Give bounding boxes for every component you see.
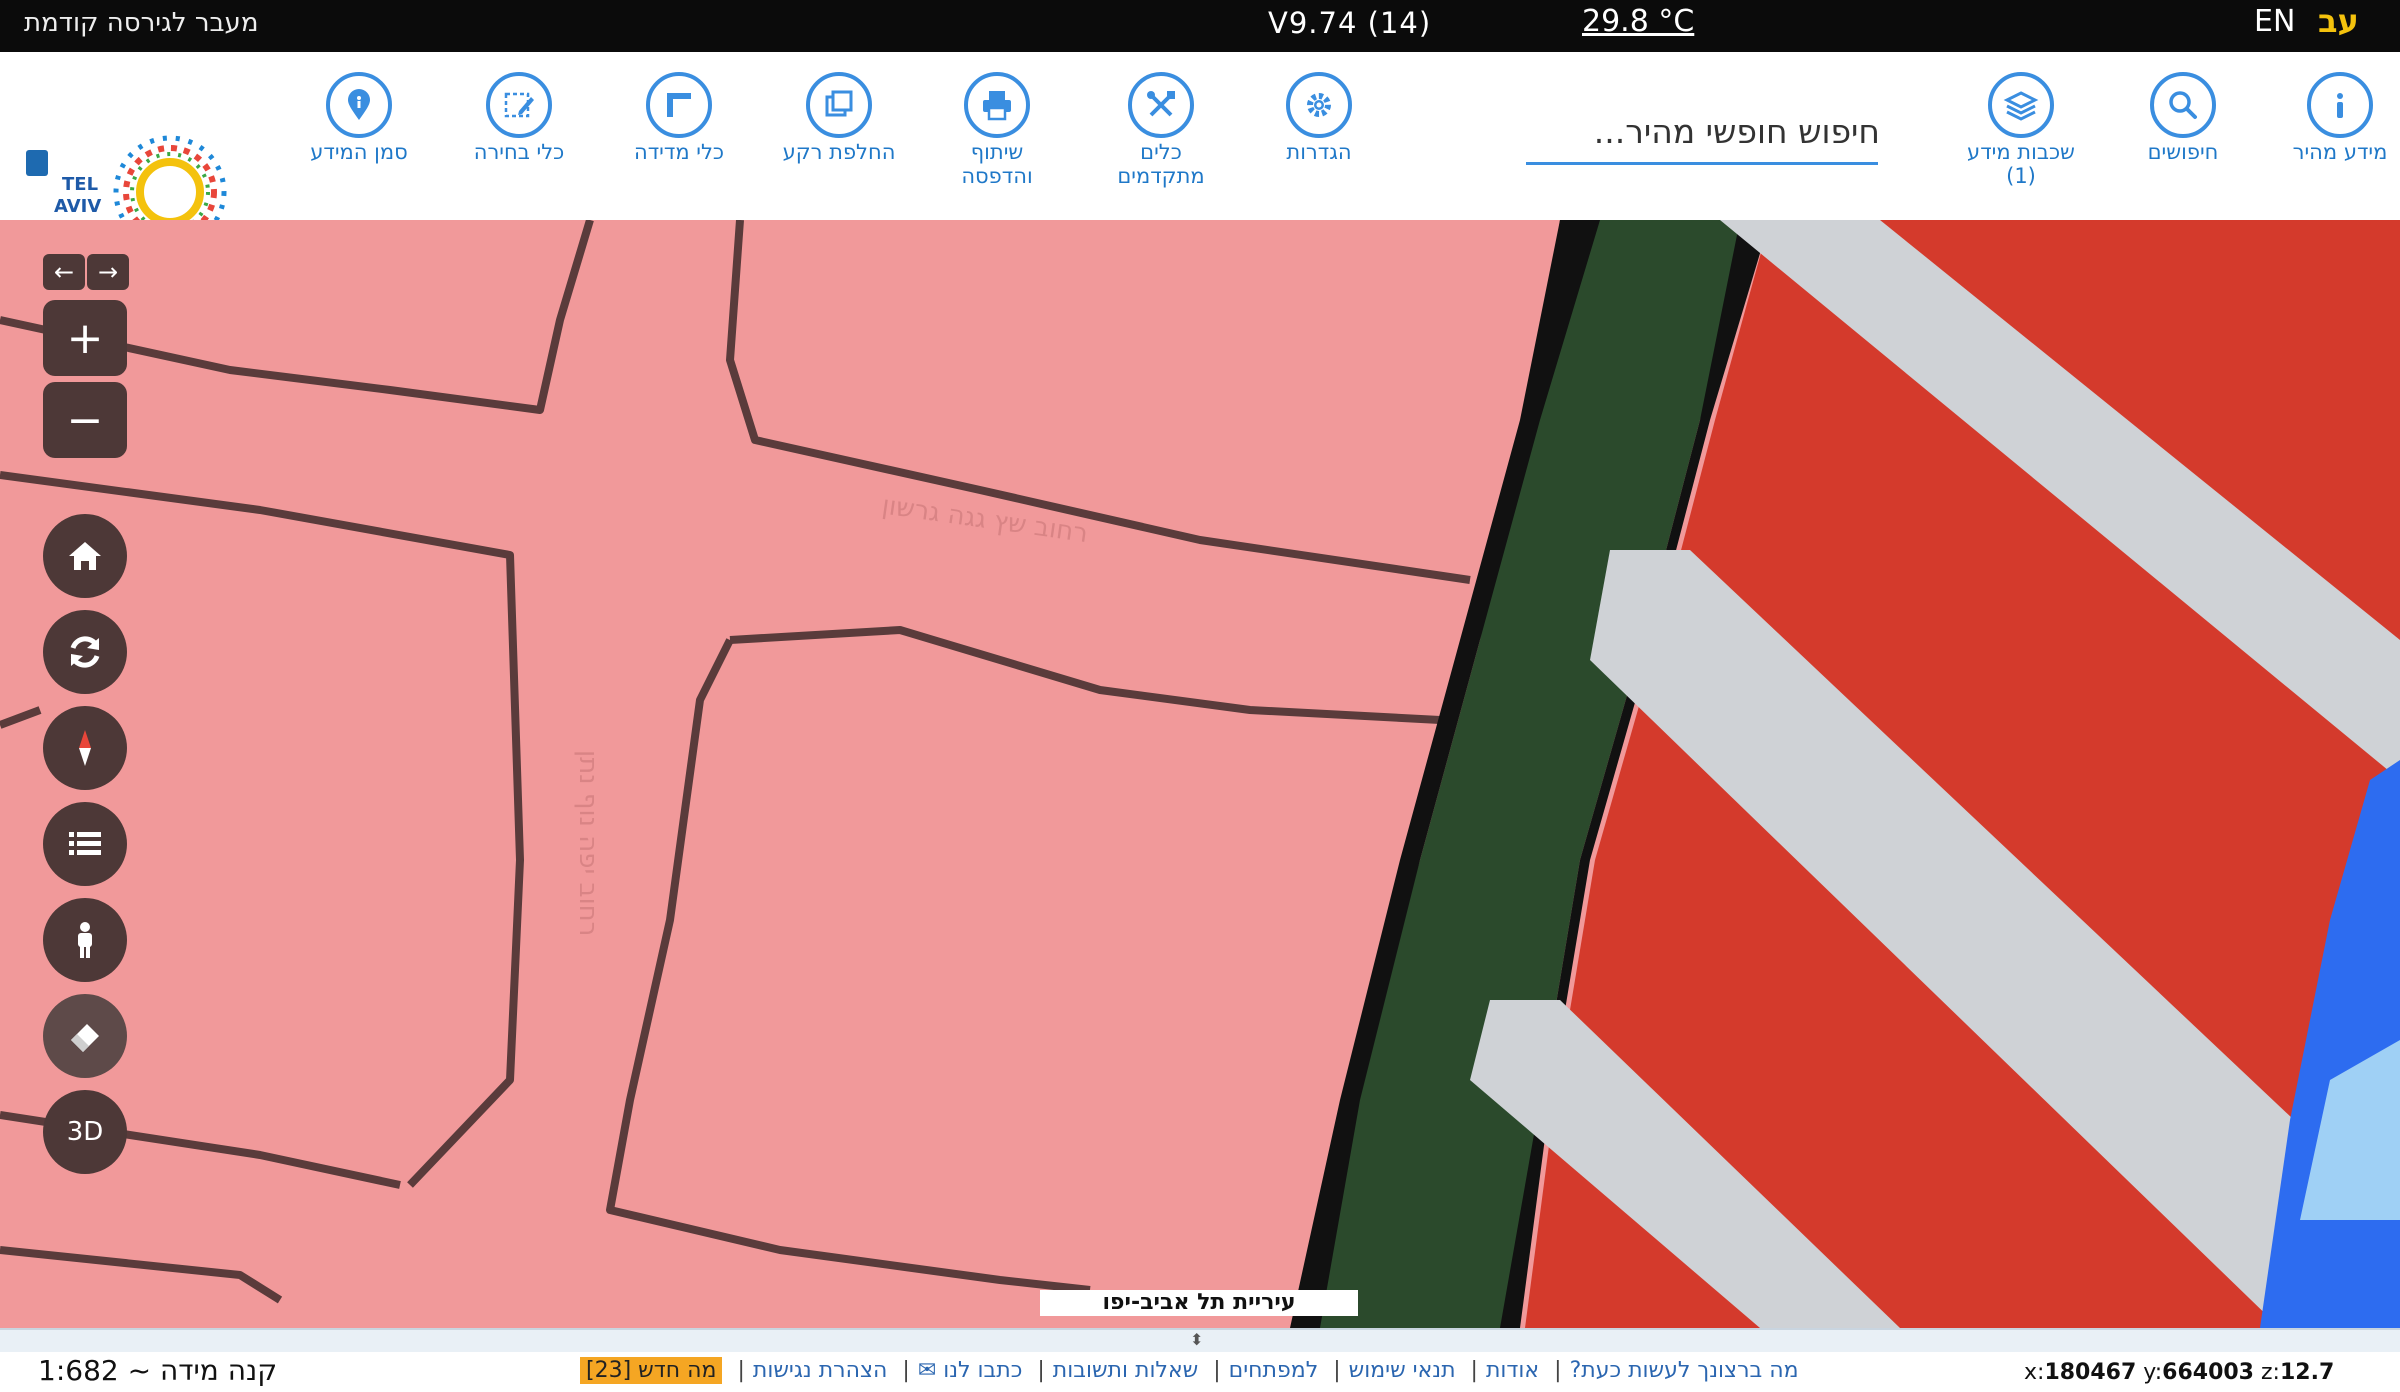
next-extent-button[interactable]: → (87, 254, 129, 290)
printer-icon (964, 72, 1030, 138)
status-bar: קנה מידה ~ 1:682 מה ברצונך לעשות כעת?| א… (0, 1352, 2400, 1392)
coord-y: 664003 (2162, 1360, 2254, 1385)
pin-icon (326, 72, 392, 138)
toolbar: TEL AVIV YAFO מידע מהיר חיפושים שכבות מ (0, 52, 2400, 249)
svg-text:TEL: TEL (62, 174, 98, 195)
legend-button[interactable] (43, 802, 127, 886)
arrow-right-icon: → (97, 258, 119, 286)
street-view-button[interactable] (43, 898, 127, 982)
refresh-icon (70, 636, 100, 668)
svg-text:AVIV: AVIV (54, 196, 101, 217)
tool-label: שכבות מידע (1967, 140, 2075, 164)
lang-he-button[interactable]: עב (2318, 2, 2359, 40)
coord-z-label: z: (2261, 1360, 2280, 1385)
footer-link-contact[interactable]: כתבו לנו ✉ (918, 1358, 1023, 1383)
tool-label: כלי בחירה (473, 140, 565, 164)
tool-sublabel: (1) (2006, 164, 2036, 188)
temperature-label[interactable]: 29.8 °C (1582, 4, 1694, 39)
expand-icon[interactable]: ⬍ (1190, 1330, 1203, 1349)
city-label: עיריית תל אביב-יפו (1040, 1290, 1358, 1316)
tool-label: הגדרות (1286, 140, 1352, 164)
tool-sublabel: והדפסה (961, 164, 1033, 188)
scale-label: קנה מידה ~ 1:682 (38, 1354, 278, 1387)
home-button[interactable] (43, 514, 127, 598)
select-tool-button[interactable]: כלי בחירה (444, 72, 594, 164)
compass-icon (79, 730, 91, 766)
search-icon (2150, 72, 2216, 138)
quick-search-input[interactable] (1526, 102, 1882, 160)
advanced-tools-button[interactable]: כלים מתקדמים (1086, 72, 1236, 188)
tool-label: שיתוף (970, 140, 1024, 164)
footer-link-whattodo[interactable]: מה ברצונך לעשות כעת? (1570, 1358, 1799, 1383)
lang-en-button[interactable]: EN (2254, 4, 2295, 39)
arrow-left-icon: ← (53, 258, 75, 286)
tool-label: מידע מהיר (2292, 140, 2388, 164)
tool-label: כלים (1140, 140, 1182, 164)
info-icon (2307, 72, 2373, 138)
coord-y-label: y: (2143, 1360, 2163, 1385)
share-print-button[interactable]: שיתוף והדפסה (922, 72, 1072, 188)
settings-button[interactable]: הגדרות (1244, 72, 1394, 164)
footer-link-faq[interactable]: שאלות ותשובות (1053, 1358, 1198, 1383)
prev-extent-button[interactable]: ← (43, 254, 85, 290)
layers-button[interactable]: שכבות מידע (1) (1946, 72, 2096, 188)
version-label: V9.74 (14) (1268, 6, 1432, 40)
info-marker-button[interactable]: סמן המידע (284, 72, 434, 164)
footer-link-terms[interactable]: תנאי שימוש (1349, 1358, 1456, 1383)
home-icon (69, 542, 101, 570)
footer-links: מה ברצונך לעשות כעת?| אודות| תנאי שימוש|… (580, 1357, 1799, 1384)
ruler-icon (646, 72, 712, 138)
map-layer-graphics: רחוב שץ גגה גרשון רחוב יפה נוף נתן (0, 220, 2400, 1328)
panel-splitter[interactable]: ⬍ (0, 1328, 2400, 1354)
eraser-icon (71, 1024, 99, 1052)
compass-button[interactable] (43, 706, 127, 790)
tools-icon (1128, 72, 1194, 138)
tool-sublabel: מתקדמים (1117, 164, 1205, 188)
coord-x: 180467 (2044, 1360, 2137, 1385)
quick-search (1526, 102, 1882, 165)
layers-icon (1988, 72, 2054, 138)
whats-new-badge[interactable]: מה חדש [23] (580, 1357, 723, 1384)
select-icon (486, 72, 552, 138)
coord-z: 12.7 (2279, 1360, 2335, 1385)
zoom-out-button[interactable]: − (43, 382, 127, 458)
gear-icon (1286, 72, 1352, 138)
top-bar: מעבר לגירסה קודמת V9.74 (14) 29.8 °C EN … (0, 0, 2400, 52)
tool-label: סמן המידע (310, 140, 408, 164)
person-icon (78, 922, 92, 958)
list-icon (69, 832, 101, 855)
basemap-button[interactable]: החלפת רקע (764, 72, 914, 164)
tool-label: החלפת רקע (782, 140, 896, 164)
footer-link-developers[interactable]: למפתחים (1229, 1358, 1319, 1383)
basemap-icon (806, 72, 872, 138)
footer-link-about[interactable]: אודות (1486, 1358, 1539, 1383)
zoom-in-button[interactable]: + (43, 300, 127, 376)
searches-button[interactable]: חיפושים (2108, 72, 2258, 164)
coordinates-readout: x:180467 y:664003 z:12.7 (2024, 1360, 2334, 1385)
coord-x-label: x: (2024, 1360, 2045, 1385)
3d-button[interactable]: 3D (43, 1090, 127, 1174)
tool-label: כלי מדידה (633, 140, 725, 164)
measure-button[interactable]: כלי מדידה (604, 72, 754, 164)
street-label-2: רחוב יפה נוף נתן (573, 750, 603, 936)
tool-label: חיפושים (2147, 140, 2219, 164)
quick-info-button[interactable]: מידע מהיר (2265, 72, 2400, 164)
footer-link-accessibility[interactable]: הצהרת נגישות (753, 1358, 888, 1383)
map-canvas[interactable]: רחוב שץ גגה גרשון רחוב יפה נוף נתן עיריי… (0, 220, 2400, 1328)
previous-version-link[interactable]: מעבר לגירסה קודמת (24, 8, 258, 38)
refresh-button[interactable] (43, 610, 127, 694)
eraser-button[interactable] (43, 994, 127, 1078)
